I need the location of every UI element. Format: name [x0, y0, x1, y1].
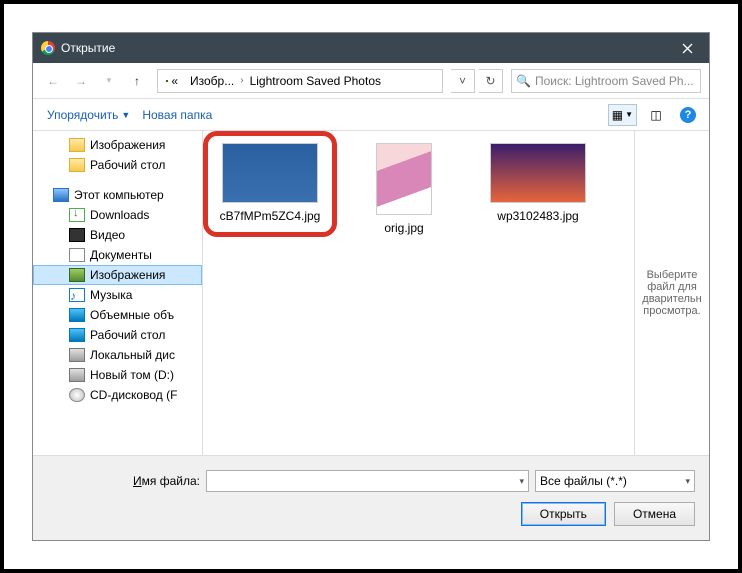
- tree-item-documents[interactable]: Документы: [33, 245, 202, 265]
- folder-icon: [69, 138, 85, 152]
- file-thumbnail: [222, 143, 318, 203]
- tree-item-pictures-selected[interactable]: Изображения: [33, 265, 202, 285]
- search-icon: 🔍: [516, 74, 531, 88]
- video-icon: [69, 228, 85, 242]
- close-button[interactable]: [665, 33, 709, 63]
- drive-icon: [69, 368, 85, 382]
- tree-item-downloads[interactable]: Downloads: [33, 205, 202, 225]
- organize-menu[interactable]: Упорядочить▼: [41, 104, 136, 126]
- file-list[interactable]: cB7fMPm5ZC4.jpg orig.jpg wp3102483.jpg: [203, 131, 634, 455]
- chevron-down-icon: ▼: [121, 110, 130, 120]
- chevron-down-icon: ▼: [625, 110, 633, 119]
- chevron-down-icon: ▾: [685, 476, 690, 487]
- cancel-button[interactable]: Отмена: [614, 502, 695, 526]
- documents-icon: [69, 248, 85, 262]
- thumbnails-icon: ▦: [612, 108, 623, 122]
- tree-item-local-disk[interactable]: Локальный дис: [33, 345, 202, 365]
- tree-item-new-volume[interactable]: Новый том (D:): [33, 365, 202, 385]
- computer-icon: [53, 188, 69, 202]
- breadcrumb-root[interactable]: «: [160, 70, 184, 92]
- drive-icon: [69, 348, 85, 362]
- tree-item-cd-drive[interactable]: CD-дисковод (F: [33, 385, 202, 405]
- recent-dropdown[interactable]: ▾: [97, 69, 121, 93]
- navbar: ← → ▾ ↑ « Изобр... › Lightroom Saved Pho…: [33, 63, 709, 99]
- tree-item-this-pc[interactable]: Этот компьютер: [33, 185, 202, 205]
- tree-item-desktop2[interactable]: Рабочий стол: [33, 325, 202, 345]
- chrome-icon: [41, 41, 55, 55]
- chevron-down-icon: ▾: [519, 476, 524, 487]
- filename-label: ИИмя файла:мя файла:: [133, 474, 200, 488]
- file-name: cB7fMPm5ZC4.jpg: [215, 209, 325, 225]
- file-open-dialog: Открытие ← → ▾ ↑ « Изобр... › Lightroom …: [32, 32, 710, 541]
- downloads-icon: [69, 208, 85, 222]
- pictures-icon: [166, 80, 168, 82]
- file-item[interactable]: cB7fMPm5ZC4.jpg: [215, 143, 325, 225]
- file-thumbnail: [376, 143, 432, 215]
- help-button[interactable]: ?: [675, 104, 701, 126]
- tree-item-video[interactable]: Видео: [33, 225, 202, 245]
- address-bar[interactable]: « Изобр... › Lightroom Saved Photos: [157, 69, 443, 93]
- refresh-button[interactable]: ↻: [479, 69, 503, 93]
- tree-item-music[interactable]: ♪Музыка: [33, 285, 202, 305]
- search-placeholder: Поиск: Lightroom Saved Ph...: [535, 74, 694, 88]
- view-mode-button[interactable]: ▦▼: [608, 104, 637, 126]
- search-input[interactable]: 🔍 Поиск: Lightroom Saved Ph...: [511, 69, 701, 93]
- desktop-icon: [69, 328, 85, 342]
- navigation-tree[interactable]: Изображения Рабочий стол Этот компьютер …: [33, 131, 203, 455]
- preview-pane: Выберите файл для дварительн просмотра.: [634, 131, 709, 455]
- up-button[interactable]: ↑: [125, 69, 149, 93]
- breadcrumb-seg[interactable]: Изобр...: [184, 70, 240, 92]
- file-name: wp3102483.jpg: [483, 209, 593, 225]
- open-button[interactable]: Открыть: [521, 502, 606, 526]
- tree-item-pictures[interactable]: Изображения: [33, 135, 202, 155]
- file-thumbnail: [490, 143, 586, 203]
- titlebar: Открытие: [33, 33, 709, 63]
- preview-pane-button[interactable]: ◫: [643, 104, 669, 126]
- tree-item-3d-objects[interactable]: Объемные объ: [33, 305, 202, 325]
- file-item[interactable]: wp3102483.jpg: [483, 143, 593, 225]
- file-type-filter[interactable]: Все файлы (*.*)▾: [535, 470, 695, 492]
- new-folder-button[interactable]: Новая папка: [136, 104, 218, 126]
- preview-pane-icon: ◫: [650, 108, 661, 122]
- file-item[interactable]: orig.jpg: [349, 143, 459, 237]
- cd-icon: [69, 388, 85, 402]
- objects-icon: [69, 308, 85, 322]
- address-dropdown[interactable]: ˅: [451, 69, 475, 93]
- filename-input[interactable]: ▾: [206, 470, 529, 492]
- pictures-icon: [69, 268, 85, 282]
- bottom-bar: ИИмя файла:мя файла: ▾ Все файлы (*.*)▾ …: [33, 455, 709, 540]
- forward-button: →: [69, 69, 93, 93]
- file-name: orig.jpg: [349, 221, 459, 237]
- back-button: ←: [41, 69, 65, 93]
- tree-item-desktop[interactable]: Рабочий стол: [33, 155, 202, 175]
- music-icon: ♪: [69, 288, 85, 302]
- window-title: Открытие: [61, 41, 115, 55]
- help-icon: ?: [680, 107, 696, 123]
- toolbar: Упорядочить▼ Новая папка ▦▼ ◫ ?: [33, 99, 709, 131]
- folder-icon: [69, 158, 85, 172]
- close-icon: [682, 43, 693, 54]
- breadcrumb-seg[interactable]: Lightroom Saved Photos: [244, 70, 387, 92]
